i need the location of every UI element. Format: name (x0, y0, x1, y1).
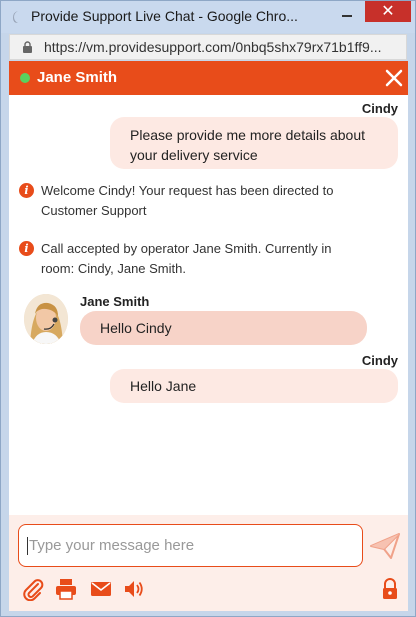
address-bar[interactable]: https://vm.providesupport.com/0nbq5shx79… (9, 34, 407, 60)
system-text-line: Call accepted by operator Jane Smith. Cu… (41, 241, 332, 256)
minimize-button[interactable] (337, 6, 359, 24)
customer-sender-label: Cindy (361, 353, 398, 368)
message-text-line: your delivery service (130, 147, 258, 163)
system-text-line: room: Cindy, Jane Smith. (41, 261, 186, 276)
operator-sender-label: Jane Smith (80, 294, 150, 309)
lock-icon[interactable] (381, 577, 399, 601)
chat-header: Jane Smith (9, 61, 408, 95)
envelope-icon[interactable] (89, 577, 113, 601)
customer-message-bubble: Please provide me more details about you… (110, 117, 398, 169)
customer-message-bubble: Hello Jane (110, 369, 398, 403)
system-text-line: Customer Support (41, 203, 147, 218)
operator-name: Jane Smith (37, 69, 118, 86)
operator-avatar (24, 294, 68, 344)
system-text-line: Welcome Cindy! Your request has been dir… (41, 183, 334, 198)
close-chat-icon[interactable] (383, 67, 405, 89)
printer-icon[interactable] (54, 577, 78, 601)
message-input[interactable]: Type your message here (18, 524, 363, 567)
online-status-icon (20, 73, 30, 83)
window-title: Provide Support Live Chat - Google Chro.… (31, 8, 298, 24)
address-url: https://vm.providesupport.com/0nbq5shx79… (44, 39, 382, 55)
operator-message-bubble: Hello Cindy (80, 311, 367, 345)
customer-sender-label: Cindy (361, 101, 398, 116)
send-icon[interactable] (369, 532, 401, 560)
browser-window: Provide Support Live Chat - Google Chro.… (0, 0, 416, 617)
system-message: Call accepted by operator Jane Smith. Cu… (19, 239, 399, 279)
system-message: Welcome Cindy! Your request has been dir… (19, 181, 399, 221)
composer-area: Type your message here (9, 515, 408, 611)
window-close-button[interactable]: ✕ (365, 1, 411, 22)
message-list: Cindy Please provide me more details abo… (9, 95, 408, 515)
message-input-placeholder: Type your message here (29, 537, 195, 554)
paperclip-icon[interactable] (21, 577, 45, 601)
info-icon (19, 183, 34, 198)
secure-lock-icon (23, 41, 32, 53)
info-icon (19, 241, 34, 256)
chat-app: Jane Smith Cindy Please provide me more … (9, 61, 408, 611)
window-titlebar: Provide Support Live Chat - Google Chro.… (1, 1, 415, 33)
text-cursor (27, 537, 28, 555)
message-text-line: Please provide me more details about (130, 127, 366, 143)
app-icon (13, 11, 18, 23)
speaker-icon[interactable] (122, 577, 146, 601)
